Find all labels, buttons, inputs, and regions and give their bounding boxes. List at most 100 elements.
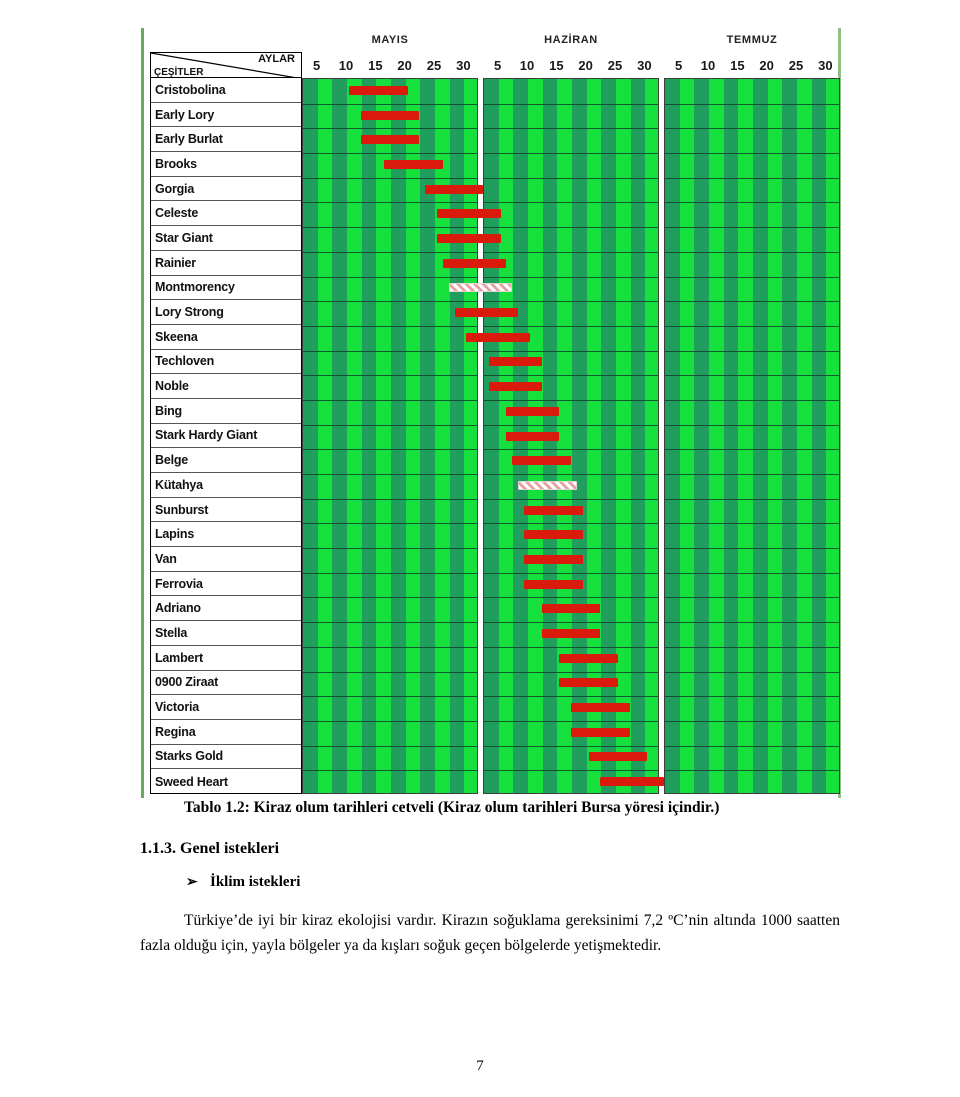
grid-row-line bbox=[484, 597, 658, 599]
ripening-bar bbox=[512, 456, 571, 466]
variety-name-cell: Lambert bbox=[151, 646, 301, 671]
month-label-mayis: MAYIS bbox=[371, 34, 409, 46]
ripening-bar bbox=[360, 110, 420, 120]
day-tick-row: 5 10 15 20 25 30 5 10 15 20 25 30 5 10 15 20 25 30 bbox=[302, 56, 840, 78]
grid-row-line bbox=[303, 696, 477, 698]
day-tick-mayis-25: 25 bbox=[426, 58, 442, 73]
grid-row-line bbox=[665, 597, 839, 599]
ripening-bar bbox=[506, 406, 560, 416]
ripening-bar bbox=[506, 431, 560, 441]
variety-name-cell: Gorgia bbox=[151, 177, 301, 202]
day-tick-mayis-5: 5 bbox=[313, 58, 321, 73]
grid-row-line bbox=[665, 449, 839, 451]
grid-row-line bbox=[303, 449, 477, 451]
grid-row-line bbox=[665, 128, 839, 130]
grid-row-line bbox=[303, 202, 477, 204]
ripening-bar bbox=[384, 159, 443, 169]
variety-name-column: Cristobolina Early Lory Early Burlat Brooks… bbox=[150, 78, 302, 794]
day-tick-hazi̇ran-15: 15 bbox=[549, 58, 564, 73]
grid-row-line bbox=[665, 646, 839, 648]
grid-stripe bbox=[376, 79, 391, 793]
variety-name-cell: Kütahya bbox=[151, 473, 301, 498]
grid-stripe bbox=[811, 79, 827, 793]
ripening-bar bbox=[600, 777, 664, 787]
day-tick-hazi̇ran-10: 10 bbox=[519, 58, 535, 73]
variety-name-cell: Sweed Heart bbox=[155, 774, 228, 789]
grid-row-line bbox=[303, 325, 477, 327]
grid-row-line bbox=[484, 350, 658, 352]
grid-stripe bbox=[317, 79, 333, 793]
grid-stripe bbox=[484, 79, 499, 793]
body-paragraph: Türkiye’de iyi bir kiraz ekolojisi vardı… bbox=[140, 912, 840, 954]
variety-name-cell: Celeste bbox=[151, 201, 301, 227]
grid-row-line bbox=[484, 325, 658, 327]
variety-name-cell: Montmorency bbox=[151, 276, 301, 301]
grid-stripe bbox=[694, 79, 709, 793]
ripening-bar bbox=[436, 233, 501, 243]
grid-stripe bbox=[767, 79, 783, 793]
grid-stripe bbox=[782, 79, 797, 793]
grid-row-line bbox=[665, 325, 839, 327]
grid-row-line bbox=[484, 449, 658, 451]
grid-stripe bbox=[826, 79, 839, 793]
day-tick-hazi̇ran-30: 30 bbox=[637, 58, 652, 73]
grid-row-line bbox=[665, 276, 839, 278]
grid-row-line bbox=[484, 103, 658, 105]
day-tick-mayis-30: 30 bbox=[456, 58, 471, 73]
variety-name-cell: Star Giant bbox=[151, 226, 301, 251]
grid-row-line bbox=[303, 227, 477, 229]
grid-row-line bbox=[665, 572, 839, 574]
grid-row-line bbox=[303, 375, 477, 377]
ripening-bar bbox=[348, 85, 408, 95]
variety-name-cell: Sunburst bbox=[151, 498, 301, 523]
grid-row-line bbox=[484, 523, 658, 525]
ripening-bar bbox=[488, 357, 542, 367]
grid-row-line bbox=[665, 548, 839, 550]
grid-row-line bbox=[484, 251, 658, 253]
ripening-bar bbox=[442, 258, 507, 268]
ripening-bar bbox=[571, 703, 630, 713]
day-tick-hazi̇ran-25: 25 bbox=[607, 58, 623, 73]
grid-row-line bbox=[303, 745, 477, 747]
grid-row-line bbox=[303, 350, 477, 352]
grid-row-line bbox=[484, 770, 658, 772]
day-tick-hazi̇ran-5: 5 bbox=[494, 58, 502, 73]
grid-row-line bbox=[665, 424, 839, 426]
variety-name-cell: Techloven bbox=[151, 350, 301, 375]
grid-row-line bbox=[665, 523, 839, 525]
grid-stripe bbox=[347, 79, 362, 793]
grid-row-line bbox=[665, 350, 839, 352]
grid-stripe bbox=[616, 79, 631, 793]
ripening-bar bbox=[524, 554, 583, 564]
grid-row-line bbox=[303, 597, 477, 599]
variety-name-cell: Starks Gold bbox=[151, 745, 301, 770]
variety-name-cell: Lory Strong bbox=[151, 300, 301, 325]
grid-row-line bbox=[303, 276, 477, 278]
variety-name-cell: Lapins bbox=[151, 522, 301, 548]
variety-name-cell: Cristobolina bbox=[151, 78, 301, 103]
ripening-bar bbox=[436, 209, 501, 219]
grid-row-line bbox=[303, 301, 477, 303]
grid-row-line bbox=[303, 523, 477, 525]
grid-row-line bbox=[303, 251, 477, 253]
grid-row-line bbox=[303, 498, 477, 500]
grid-row-line bbox=[665, 251, 839, 253]
grid-stripe bbox=[709, 79, 724, 793]
grid-row-line bbox=[303, 770, 477, 772]
grid-stripe bbox=[361, 79, 377, 793]
day-tick-temmuz-15: 15 bbox=[730, 58, 745, 73]
grid-row-line bbox=[665, 671, 839, 673]
grid-stripe bbox=[303, 79, 318, 793]
grid-row-line bbox=[484, 375, 658, 377]
day-tick-temmuz-10: 10 bbox=[700, 58, 716, 73]
variety-name-cell: Adriano bbox=[151, 596, 301, 622]
ripening-bar bbox=[524, 505, 583, 515]
grid-row-line bbox=[303, 646, 477, 648]
variety-name-cell: Bing bbox=[151, 399, 301, 424]
grid-row-line bbox=[484, 202, 658, 204]
grid-row-line bbox=[665, 498, 839, 500]
grid-stripe bbox=[405, 79, 421, 793]
variety-name-cell: Stark Hardy Giant bbox=[151, 424, 301, 449]
ripening-bar bbox=[488, 382, 542, 392]
grid-row-line bbox=[665, 103, 839, 105]
